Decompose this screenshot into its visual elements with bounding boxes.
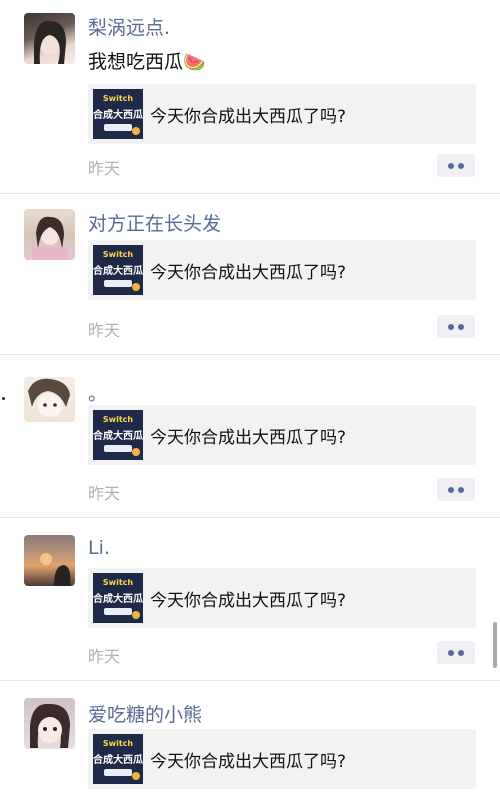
card-title: 今天你合成出大西瓜了吗?: [150, 752, 347, 772]
thumb-title-line1: Switch: [102, 578, 134, 587]
avatar-image: [28, 378, 70, 417]
post-time: 昨天: [88, 647, 121, 666]
game-thumbnail-icon: Switch 合成大西瓜: [93, 573, 143, 623]
avatar-image: [34, 20, 66, 64]
post-text-body: 我想吃西瓜: [88, 51, 184, 73]
avatar-image: [30, 703, 70, 748]
moment-post: 。 Switch 合成大西瓜 今天你合成出大西瓜了吗? 昨天: [0, 355, 500, 517]
thumb-subtitle-bar: [104, 445, 132, 452]
moment-post: 梨涡远点. 我想吃西瓜🍉 Switch 合成大西瓜 今天你合成出大西瓜了吗? 昨…: [0, 0, 500, 193]
thumb-title-line2: 合成大西瓜: [93, 110, 143, 121]
thumb-ball-decoration: [132, 611, 140, 619]
moments-feed: 梨涡远点. 我想吃西瓜🍉 Switch 合成大西瓜 今天你合成出大西瓜了吗? 昨…: [0, 0, 500, 805]
user-name[interactable]: 梨涡远点.: [88, 13, 170, 40]
thumb-subtitle-bar: [104, 280, 132, 287]
thumb-title-line1: Switch: [102, 415, 134, 424]
thumb-subtitle-bar: [104, 769, 132, 776]
thumb-title-line2: 合成大西瓜: [93, 594, 143, 605]
avatar[interactable]: [24, 698, 75, 749]
link-card[interactable]: Switch 合成大西瓜 今天你合成出大西瓜了吗?: [88, 84, 476, 144]
post-time: 昨天: [88, 484, 121, 503]
moment-post: 对方正在长头发 Switch 合成大西瓜 今天你合成出大西瓜了吗? 昨天: [0, 194, 500, 354]
more-button[interactable]: [437, 154, 475, 177]
more-button[interactable]: [437, 478, 475, 501]
moment-post: 爱吃糖的小熊 Switch 合成大西瓜 今天你合成出大西瓜了吗?: [0, 681, 500, 805]
dot-icon: [448, 650, 454, 656]
avatar[interactable]: [24, 209, 75, 260]
card-title: 今天你合成出大西瓜了吗?: [150, 591, 347, 611]
link-card[interactable]: Switch 合成大西瓜 今天你合成出大西瓜了吗?: [88, 240, 476, 300]
stray-dot: [2, 397, 5, 400]
thumb-subtitle-bar: [104, 608, 132, 615]
thumb-subtitle-bar: [104, 124, 132, 131]
thumb-title-line2: 合成大西瓜: [93, 266, 143, 277]
link-card[interactable]: Switch 合成大西瓜 今天你合成出大西瓜了吗?: [88, 405, 476, 465]
watermelon-icon: 🍉: [183, 52, 206, 73]
thumb-title-line2: 合成大西瓜: [93, 431, 143, 442]
moment-post: Li. Switch 合成大西瓜 今天你合成出大西瓜了吗? 昨天: [0, 518, 500, 680]
user-name[interactable]: Li.: [88, 537, 110, 559]
dot-icon: [458, 650, 464, 656]
post-time: 昨天: [88, 159, 121, 178]
user-name[interactable]: 对方正在长头发: [88, 209, 221, 236]
dot-icon: [448, 487, 454, 493]
scrollbar-thumb[interactable]: [493, 622, 497, 668]
post-text: 我想吃西瓜🍉: [88, 47, 205, 74]
game-thumbnail-icon: Switch 合成大西瓜: [93, 734, 143, 784]
dot-icon: [458, 487, 464, 493]
thumb-title-line1: Switch: [102, 250, 134, 259]
thumb-ball-decoration: [132, 283, 140, 291]
thumb-title-line1: Switch: [102, 739, 134, 748]
avatar[interactable]: [24, 13, 75, 64]
avatar[interactable]: [24, 535, 75, 586]
card-title: 今天你合成出大西瓜了吗?: [150, 428, 347, 448]
user-name[interactable]: 。: [88, 379, 107, 406]
more-button[interactable]: [437, 641, 475, 664]
card-title: 今天你合成出大西瓜了吗?: [150, 263, 347, 283]
more-button[interactable]: [437, 315, 475, 338]
thumb-title-line2: 合成大西瓜: [93, 755, 143, 766]
dot-icon: [458, 163, 464, 169]
link-card[interactable]: Switch 合成大西瓜 今天你合成出大西瓜了吗?: [88, 729, 476, 789]
game-thumbnail-icon: Switch 合成大西瓜: [93, 89, 143, 139]
game-thumbnail-icon: Switch 合成大西瓜: [93, 245, 143, 295]
link-card[interactable]: Switch 合成大西瓜 今天你合成出大西瓜了吗?: [88, 568, 476, 628]
game-thumbnail-icon: Switch 合成大西瓜: [93, 410, 143, 460]
dot-icon: [458, 324, 464, 330]
dot-icon: [448, 324, 454, 330]
card-title: 今天你合成出大西瓜了吗?: [150, 107, 347, 127]
avatar-image: [32, 216, 68, 260]
avatar-image: [40, 553, 71, 586]
post-time: 昨天: [88, 321, 121, 340]
avatar[interactable]: [24, 377, 75, 422]
thumb-title-line1: Switch: [102, 94, 134, 103]
dot-icon: [448, 163, 454, 169]
thumb-ball-decoration: [132, 448, 140, 456]
user-name[interactable]: 爱吃糖的小熊: [88, 700, 202, 727]
thumb-ball-decoration: [132, 772, 140, 780]
thumb-ball-decoration: [132, 127, 140, 135]
